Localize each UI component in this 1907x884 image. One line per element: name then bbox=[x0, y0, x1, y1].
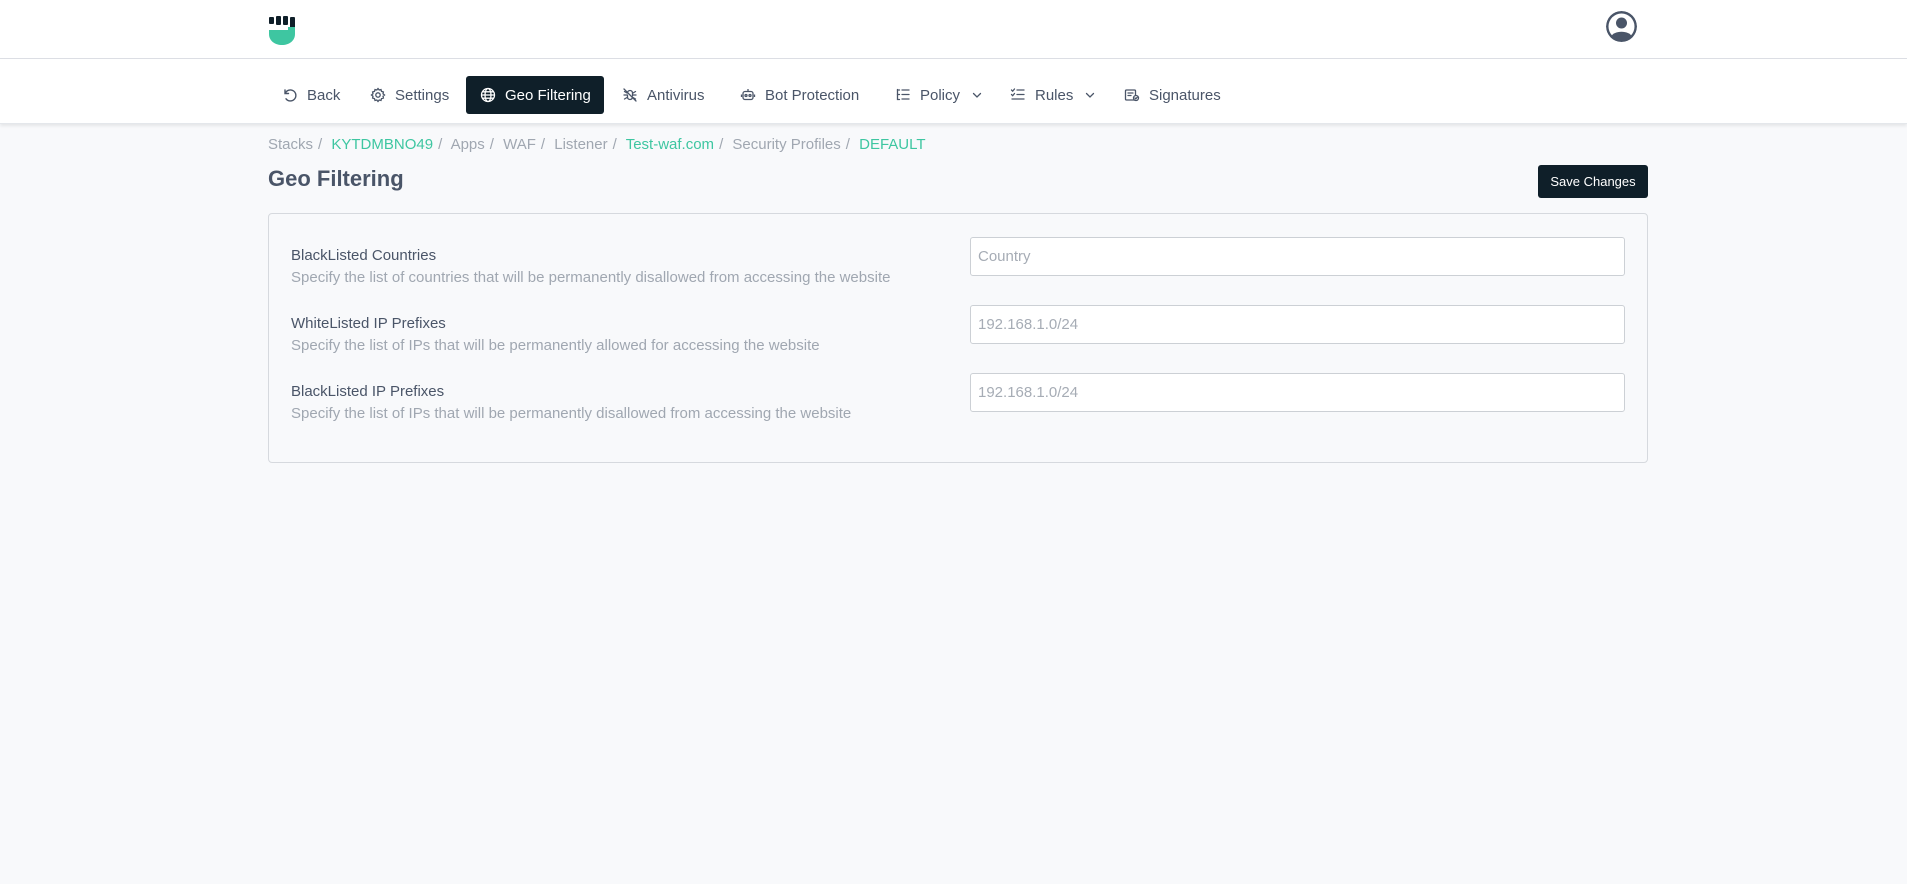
breadcrumb-security-profiles[interactable]: Security Profiles bbox=[732, 136, 840, 153]
nav-settings[interactable]: Settings bbox=[356, 76, 463, 114]
nav-back[interactable]: Back bbox=[268, 76, 354, 114]
nav-rules[interactable]: Rules bbox=[996, 76, 1110, 114]
nav-signatures[interactable]: Signatures bbox=[1110, 76, 1235, 114]
whitelisted-ip-prefixes-label: WhiteListed IP Prefixes bbox=[291, 315, 446, 332]
gear-icon bbox=[370, 87, 386, 103]
section-nav: Back Settings Geo Filtering Antivirus Bo… bbox=[0, 59, 1907, 124]
blacklisted-countries-description: Specify the list of countries that will … bbox=[291, 269, 891, 286]
logo-icon[interactable] bbox=[268, 16, 296, 46]
blacklisted-ip-prefixes-label: BlackListed IP Prefixes bbox=[291, 383, 445, 400]
chevron-down-icon bbox=[1086, 92, 1095, 98]
nav-settings-label: Settings bbox=[395, 86, 450, 104]
geo-filtering-form: BlackListed Countries Specify the list o… bbox=[268, 213, 1648, 463]
globe-icon bbox=[480, 87, 496, 103]
blacklisted-ip-prefixes-row: BlackListed IP Prefixes Specify the list… bbox=[291, 373, 1627, 439]
avatar[interactable] bbox=[1606, 11, 1637, 42]
breadcrumb-stack-id[interactable]: KYTDMBNO49 bbox=[331, 136, 433, 153]
top-bar bbox=[0, 0, 1907, 59]
bug-off-icon bbox=[623, 88, 637, 102]
blacklisted-ip-prefixes-input[interactable] bbox=[970, 373, 1625, 412]
blacklisted-countries-label: BlackListed Countries bbox=[291, 247, 437, 264]
nav-geo-filtering[interactable]: Geo Filtering bbox=[466, 76, 604, 114]
nav-back-label: Back bbox=[307, 86, 341, 104]
signature-icon bbox=[1124, 89, 1140, 102]
breadcrumb: Stacks / KYTDMBNO49/ Apps / WAF / Listener /… bbox=[268, 136, 926, 153]
breadcrumb-waf[interactable]: WAF bbox=[503, 136, 536, 153]
list-tree-icon bbox=[896, 88, 910, 101]
nav-antivirus[interactable]: Antivirus bbox=[608, 76, 719, 114]
breadcrumb-listener-name[interactable]: Test-waf.com bbox=[626, 136, 714, 153]
nav-bot-protection-label: Bot Protection bbox=[765, 86, 860, 104]
save-changes-button[interactable]: Save Changes bbox=[1538, 165, 1648, 198]
nav-antivirus-label: Antivirus bbox=[647, 86, 705, 104]
breadcrumb-stacks[interactable]: Stacks bbox=[268, 136, 313, 153]
list-check-icon bbox=[1010, 88, 1025, 100]
whitelisted-ip-prefixes-input[interactable] bbox=[970, 305, 1625, 344]
nav-signatures-label: Signatures bbox=[1149, 86, 1221, 104]
chevron-down-icon bbox=[972, 92, 982, 98]
blacklisted-ip-prefixes-description: Specify the list of IPs that will be per… bbox=[291, 405, 852, 422]
nav-bot-protection[interactable]: Bot Protection bbox=[726, 76, 873, 114]
nav-policy-label: Policy bbox=[920, 86, 961, 104]
breadcrumb-apps[interactable]: Apps bbox=[451, 136, 485, 153]
blacklisted-countries-row: BlackListed Countries Specify the list o… bbox=[291, 237, 1627, 303]
robot-icon bbox=[740, 89, 756, 101]
blacklisted-countries-input[interactable] bbox=[970, 237, 1625, 276]
undo-icon bbox=[284, 89, 297, 102]
breadcrumb-listener[interactable]: Listener bbox=[554, 136, 607, 153]
nav-geo-filtering-label: Geo Filtering bbox=[505, 86, 591, 104]
page-title: Geo Filtering bbox=[268, 166, 404, 191]
nav-rules-label: Rules bbox=[1035, 86, 1074, 104]
breadcrumb-profile-name[interactable]: DEFAULT bbox=[859, 136, 925, 153]
nav-policy[interactable]: Policy bbox=[881, 76, 997, 114]
whitelisted-ip-prefixes-row: WhiteListed IP Prefixes Specify the list… bbox=[291, 305, 1627, 371]
whitelisted-ip-prefixes-description: Specify the list of IPs that will be per… bbox=[291, 337, 820, 354]
